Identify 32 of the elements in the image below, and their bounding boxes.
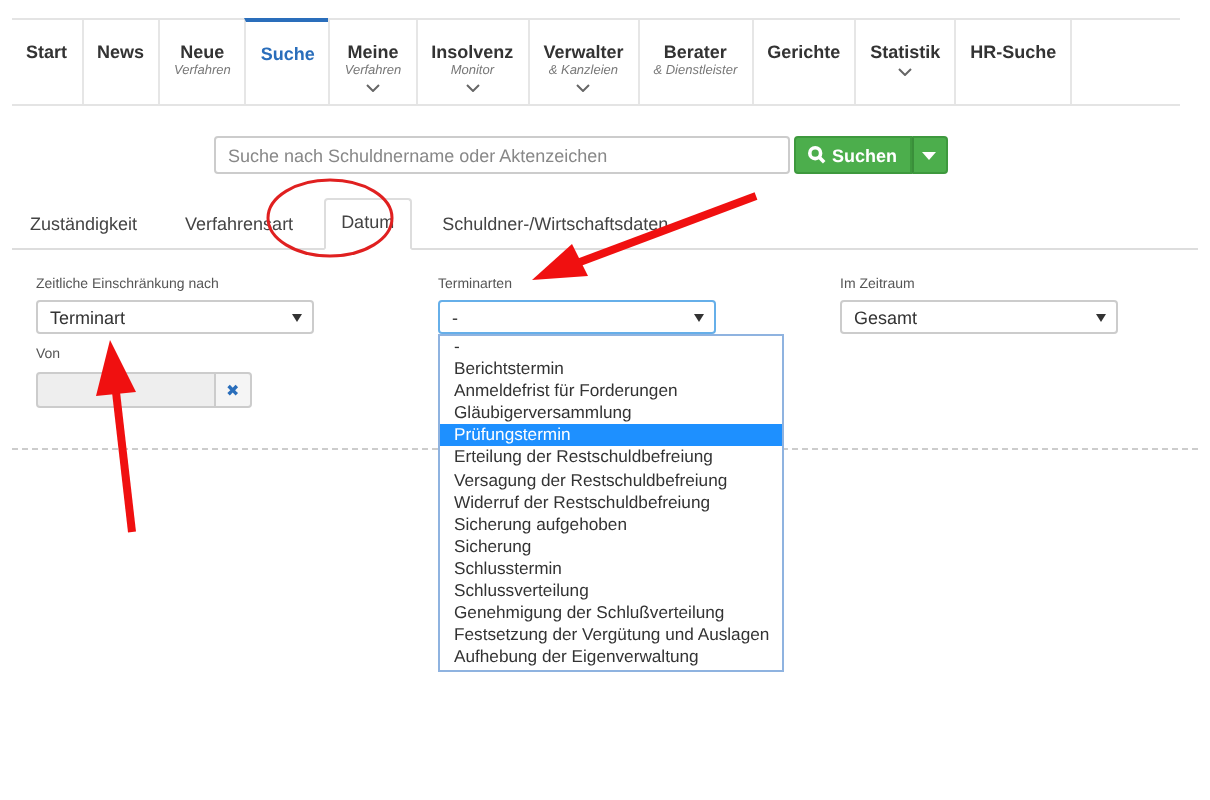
tab[interactable]: Zuständigkeit [12,200,156,250]
dropdown-option[interactable]: Anmeldefrist für Forderungen [440,380,782,403]
dropdown-option[interactable]: Widerruf der Restschuldbefreiung [440,491,782,514]
search-field[interactable]: Suche nach Schuldnername oder Aktenzeichen [214,136,790,174]
caret-icon [1096,313,1106,321]
dropdown-option[interactable]: Sicherung aufgehoben [440,513,782,536]
tab[interactable]: Schuldner-/Wirtschaftsdaten [424,200,687,250]
dropdown-option[interactable]: Schlusstermin [440,557,782,581]
dropdown-option[interactable]: Schlussverteilung [440,580,782,603]
dropdown-option[interactable]: Versagung der Restschuldbefreiung [440,469,782,492]
dropdown-option[interactable]: Genehmigung der Schlußverteilung [440,602,782,625]
nav-item[interactable]: News [81,20,159,104]
caret-icon [694,313,704,321]
dropdown-option[interactable]: Sicherung [440,535,782,558]
caret-icon [292,313,302,321]
nav-item[interactable]: Start [12,20,82,104]
select-field[interactable]: - [438,300,716,334]
dropdown-toggle[interactable] [911,136,948,174]
dropdown-option[interactable]: Berichtstermin [440,358,782,381]
dropdown-option[interactable]: Festsetzung der Vergütung und Auslagen [440,624,782,647]
nav-item[interactable]: Suche [244,18,329,104]
nav-item[interactable]: Gerichte [751,20,855,104]
clear-button[interactable]: ✖ [216,372,252,408]
dropdown-option[interactable]: Erteilung der Restschuldbefreiung [440,446,782,470]
select-field[interactable]: Terminart [36,300,314,334]
dropdown-option[interactable]: Aufhebung der Eigenverwaltung [440,646,782,669]
dropdown-option[interactable]: - [440,336,782,359]
select-field[interactable]: Gesamt [840,300,1118,334]
caret-icon [922,151,937,159]
dropdown-option[interactable]: Gläubigerversammlung [440,402,782,425]
search-icon [808,146,826,164]
nav-item[interactable]: Statistik [854,20,955,104]
